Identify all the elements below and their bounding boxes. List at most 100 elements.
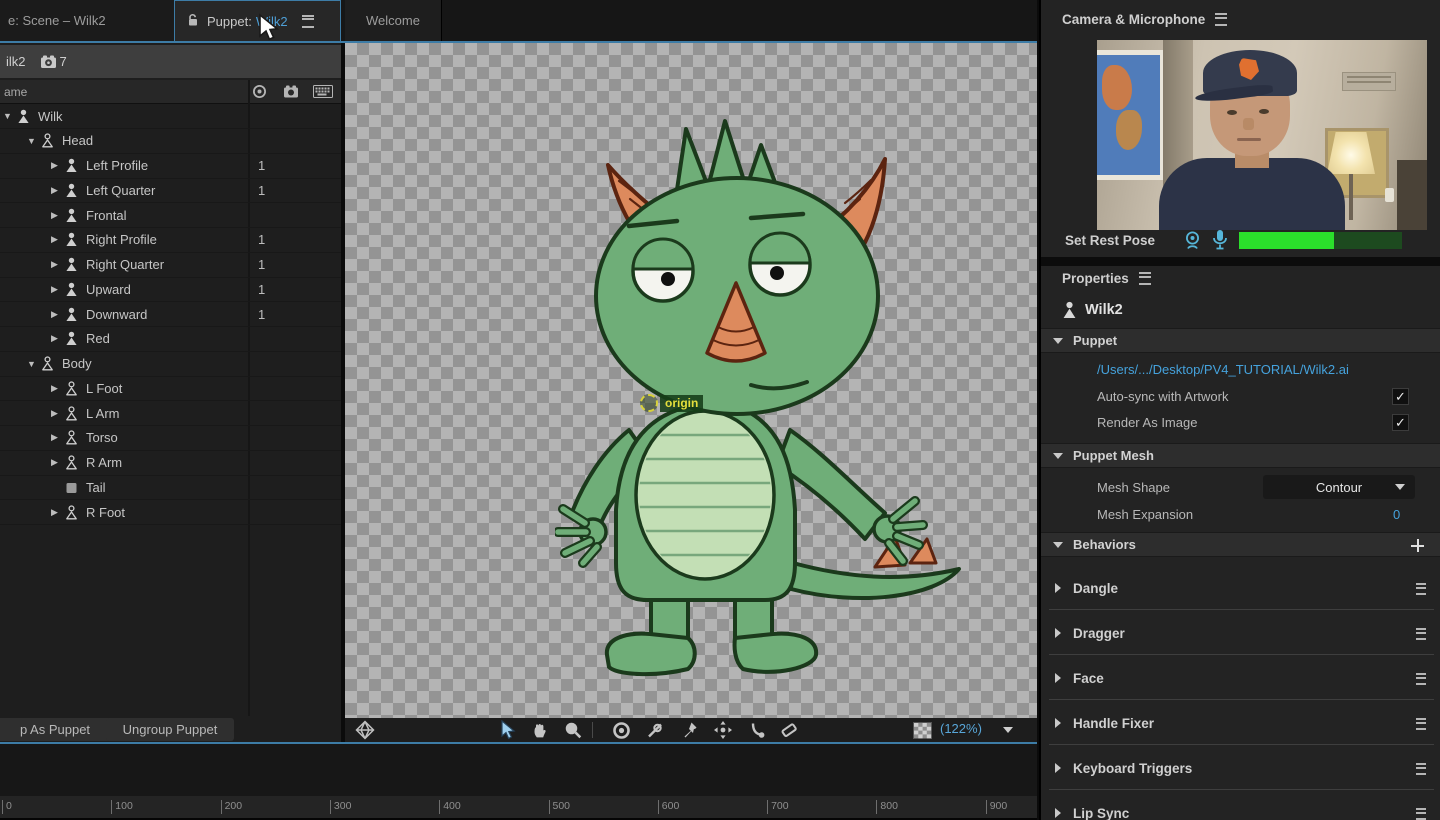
puppet-solid-icon [65, 183, 82, 198]
behavior-expand-icon[interactable] [1055, 673, 1061, 683]
zoom-dropdown-caret[interactable] [1003, 727, 1013, 733]
behavior-face[interactable]: Face [1041, 656, 1440, 700]
behavior-dragger[interactable]: Dragger [1041, 611, 1440, 655]
puppet-section-header[interactable]: Puppet [1041, 328, 1440, 353]
group-as-puppet-button[interactable]: p As Puppet [0, 718, 114, 741]
expand-arrow-icon[interactable]: ▶ [51, 507, 65, 518]
behavior-menu-icon[interactable] [1416, 763, 1426, 778]
tree-row-red[interactable]: ▶Red [0, 327, 341, 352]
behavior-menu-icon[interactable] [1416, 583, 1426, 598]
tree-row-right-quarter[interactable]: ▶Right Quarter1 [0, 253, 341, 278]
tree-row-body[interactable]: ▼Body [0, 352, 341, 377]
transparency-grid-toggle[interactable] [910, 719, 934, 741]
zoom-tool[interactable] [561, 719, 585, 741]
behavior-lip-sync[interactable]: Lip Sync [1041, 791, 1440, 820]
expand-arrow-icon[interactable]: ▶ [51, 185, 65, 196]
source-artwork-link[interactable]: /Users/.../Desktop/PV4_TUTORIAL/Wilk2.ai [1097, 362, 1349, 377]
selection-tool[interactable] [495, 719, 519, 741]
expand-arrow-icon[interactable]: ▶ [51, 284, 65, 295]
expand-arrow-icon[interactable]: ▶ [51, 160, 65, 171]
set-rest-pose-button[interactable]: Set Rest Pose [1065, 233, 1155, 248]
behavior-expand-icon[interactable] [1055, 763, 1061, 773]
expand-arrow-icon[interactable]: ▶ [51, 333, 65, 344]
properties-menu-icon[interactable] [1139, 272, 1151, 285]
add-behavior-icon[interactable] [1411, 539, 1424, 552]
behavior-menu-icon[interactable] [1416, 673, 1426, 688]
behaviors-section-header[interactable]: Behaviors [1041, 532, 1440, 557]
tab-scene-label: e: Scene – Wilk2 [8, 13, 106, 28]
ungroup-puppet-button[interactable]: Ungroup Puppet [106, 718, 234, 741]
expand-arrow-icon[interactable]: ▶ [51, 234, 65, 245]
show-mesh-icon[interactable] [353, 719, 377, 741]
tree-row-left-profile[interactable]: ▶Left Profile1 [0, 154, 341, 179]
behavior-keyboard-triggers[interactable]: Keyboard Triggers [1041, 746, 1440, 790]
tab-menu-icon[interactable] [302, 15, 314, 28]
expand-arrow-icon[interactable]: ▼ [27, 359, 41, 369]
tree-row-l-arm[interactable]: ▶L Arm [0, 401, 341, 426]
eraser-tool[interactable] [777, 719, 801, 741]
expand-arrow-icon[interactable]: ▶ [51, 432, 65, 443]
dragger-tool[interactable] [711, 719, 735, 741]
puppet-outline-icon [65, 406, 82, 421]
tree-row-l-foot[interactable]: ▶L Foot [0, 376, 341, 401]
webcam-toggle-icon[interactable] [1182, 230, 1203, 256]
behavior-handle-fixer[interactable]: Handle Fixer [1041, 701, 1440, 745]
tree-row-torso[interactable]: ▶Torso [0, 426, 341, 451]
behavior-menu-icon[interactable] [1416, 718, 1426, 733]
behavior-dangle[interactable]: Dangle [1041, 566, 1440, 610]
timeline-ruler[interactable]: 0100200300400500600700800900 [0, 796, 1037, 820]
render-as-image-checkbox[interactable] [1392, 414, 1409, 431]
expand-arrow-icon[interactable]: ▶ [51, 408, 65, 419]
origin-handle-icon[interactable] [640, 394, 658, 412]
behavior-menu-icon[interactable] [1416, 628, 1426, 643]
tree-row-wilk[interactable]: ▼Wilk [0, 104, 341, 129]
tree-row-left-quarter[interactable]: ▶Left Quarter1 [0, 178, 341, 203]
behavior-expand-icon[interactable] [1055, 583, 1061, 593]
stick-tool[interactable] [643, 719, 667, 741]
camera-mic-menu-icon[interactable] [1215, 13, 1227, 26]
zoom-level-label[interactable]: (122%) [940, 721, 982, 736]
hand-tool[interactable] [527, 719, 551, 741]
mesh-shape-dropdown[interactable]: Contour [1263, 475, 1415, 499]
tree-row-frontal[interactable]: ▶Frontal [0, 203, 341, 228]
tree-row-r-arm[interactable]: ▶R Arm [0, 451, 341, 476]
expand-arrow-icon[interactable]: ▼ [27, 136, 41, 146]
origin-handle[interactable]: origin [640, 394, 703, 412]
section-collapse-icon[interactable] [1053, 453, 1063, 459]
puppet-character-artwork[interactable] [555, 95, 975, 685]
auto-sync-label: Auto-sync with Artwork [1097, 389, 1229, 404]
pin-tool[interactable] [677, 719, 701, 741]
origin-tool[interactable] [609, 719, 633, 741]
expand-arrow-icon[interactable]: ▶ [51, 309, 65, 320]
tree-row-downward[interactable]: ▶Downward1 [0, 302, 341, 327]
tree-row-tail[interactable]: Tail [0, 475, 341, 500]
dangle-tool[interactable] [745, 719, 769, 741]
expand-arrow-icon[interactable]: ▶ [51, 457, 65, 468]
behavior-expand-icon[interactable] [1055, 808, 1061, 818]
tree-row-upward[interactable]: ▶Upward1 [0, 277, 341, 302]
tab-welcome[interactable]: Welcome [345, 0, 442, 41]
mesh-expansion-value[interactable]: 0 [1393, 507, 1400, 522]
tree-row-r-foot[interactable]: ▶R Foot [0, 500, 341, 525]
expand-arrow-icon[interactable]: ▶ [51, 383, 65, 394]
selected-puppet-name: Wilk2 [1085, 302, 1123, 318]
tree-row-right-profile[interactable]: ▶Right Profile1 [0, 228, 341, 253]
expand-arrow-icon[interactable]: ▼ [3, 111, 17, 121]
tab-welcome-label: Welcome [366, 13, 420, 28]
tree-row-head[interactable]: ▼Head [0, 129, 341, 154]
camera-column-icon[interactable] [283, 84, 299, 102]
behavior-expand-icon[interactable] [1055, 718, 1061, 728]
keyboard-column-icon[interactable] [313, 85, 333, 101]
behavior-expand-icon[interactable] [1055, 628, 1061, 638]
expand-arrow-icon[interactable]: ▶ [51, 259, 65, 270]
puppet-canvas[interactable]: origin [345, 43, 1037, 718]
microphone-toggle-icon[interactable] [1212, 229, 1228, 256]
handles-column-icon[interactable] [252, 84, 267, 102]
section-collapse-icon[interactable] [1053, 542, 1063, 548]
behavior-menu-icon[interactable] [1416, 808, 1426, 820]
auto-sync-checkbox[interactable] [1392, 388, 1409, 405]
section-collapse-icon[interactable] [1053, 338, 1063, 344]
puppet-mesh-section-header[interactable]: Puppet Mesh [1041, 443, 1440, 468]
expand-arrow-icon[interactable]: ▶ [51, 210, 65, 221]
tab-scene[interactable]: e: Scene – Wilk2 [0, 0, 179, 41]
